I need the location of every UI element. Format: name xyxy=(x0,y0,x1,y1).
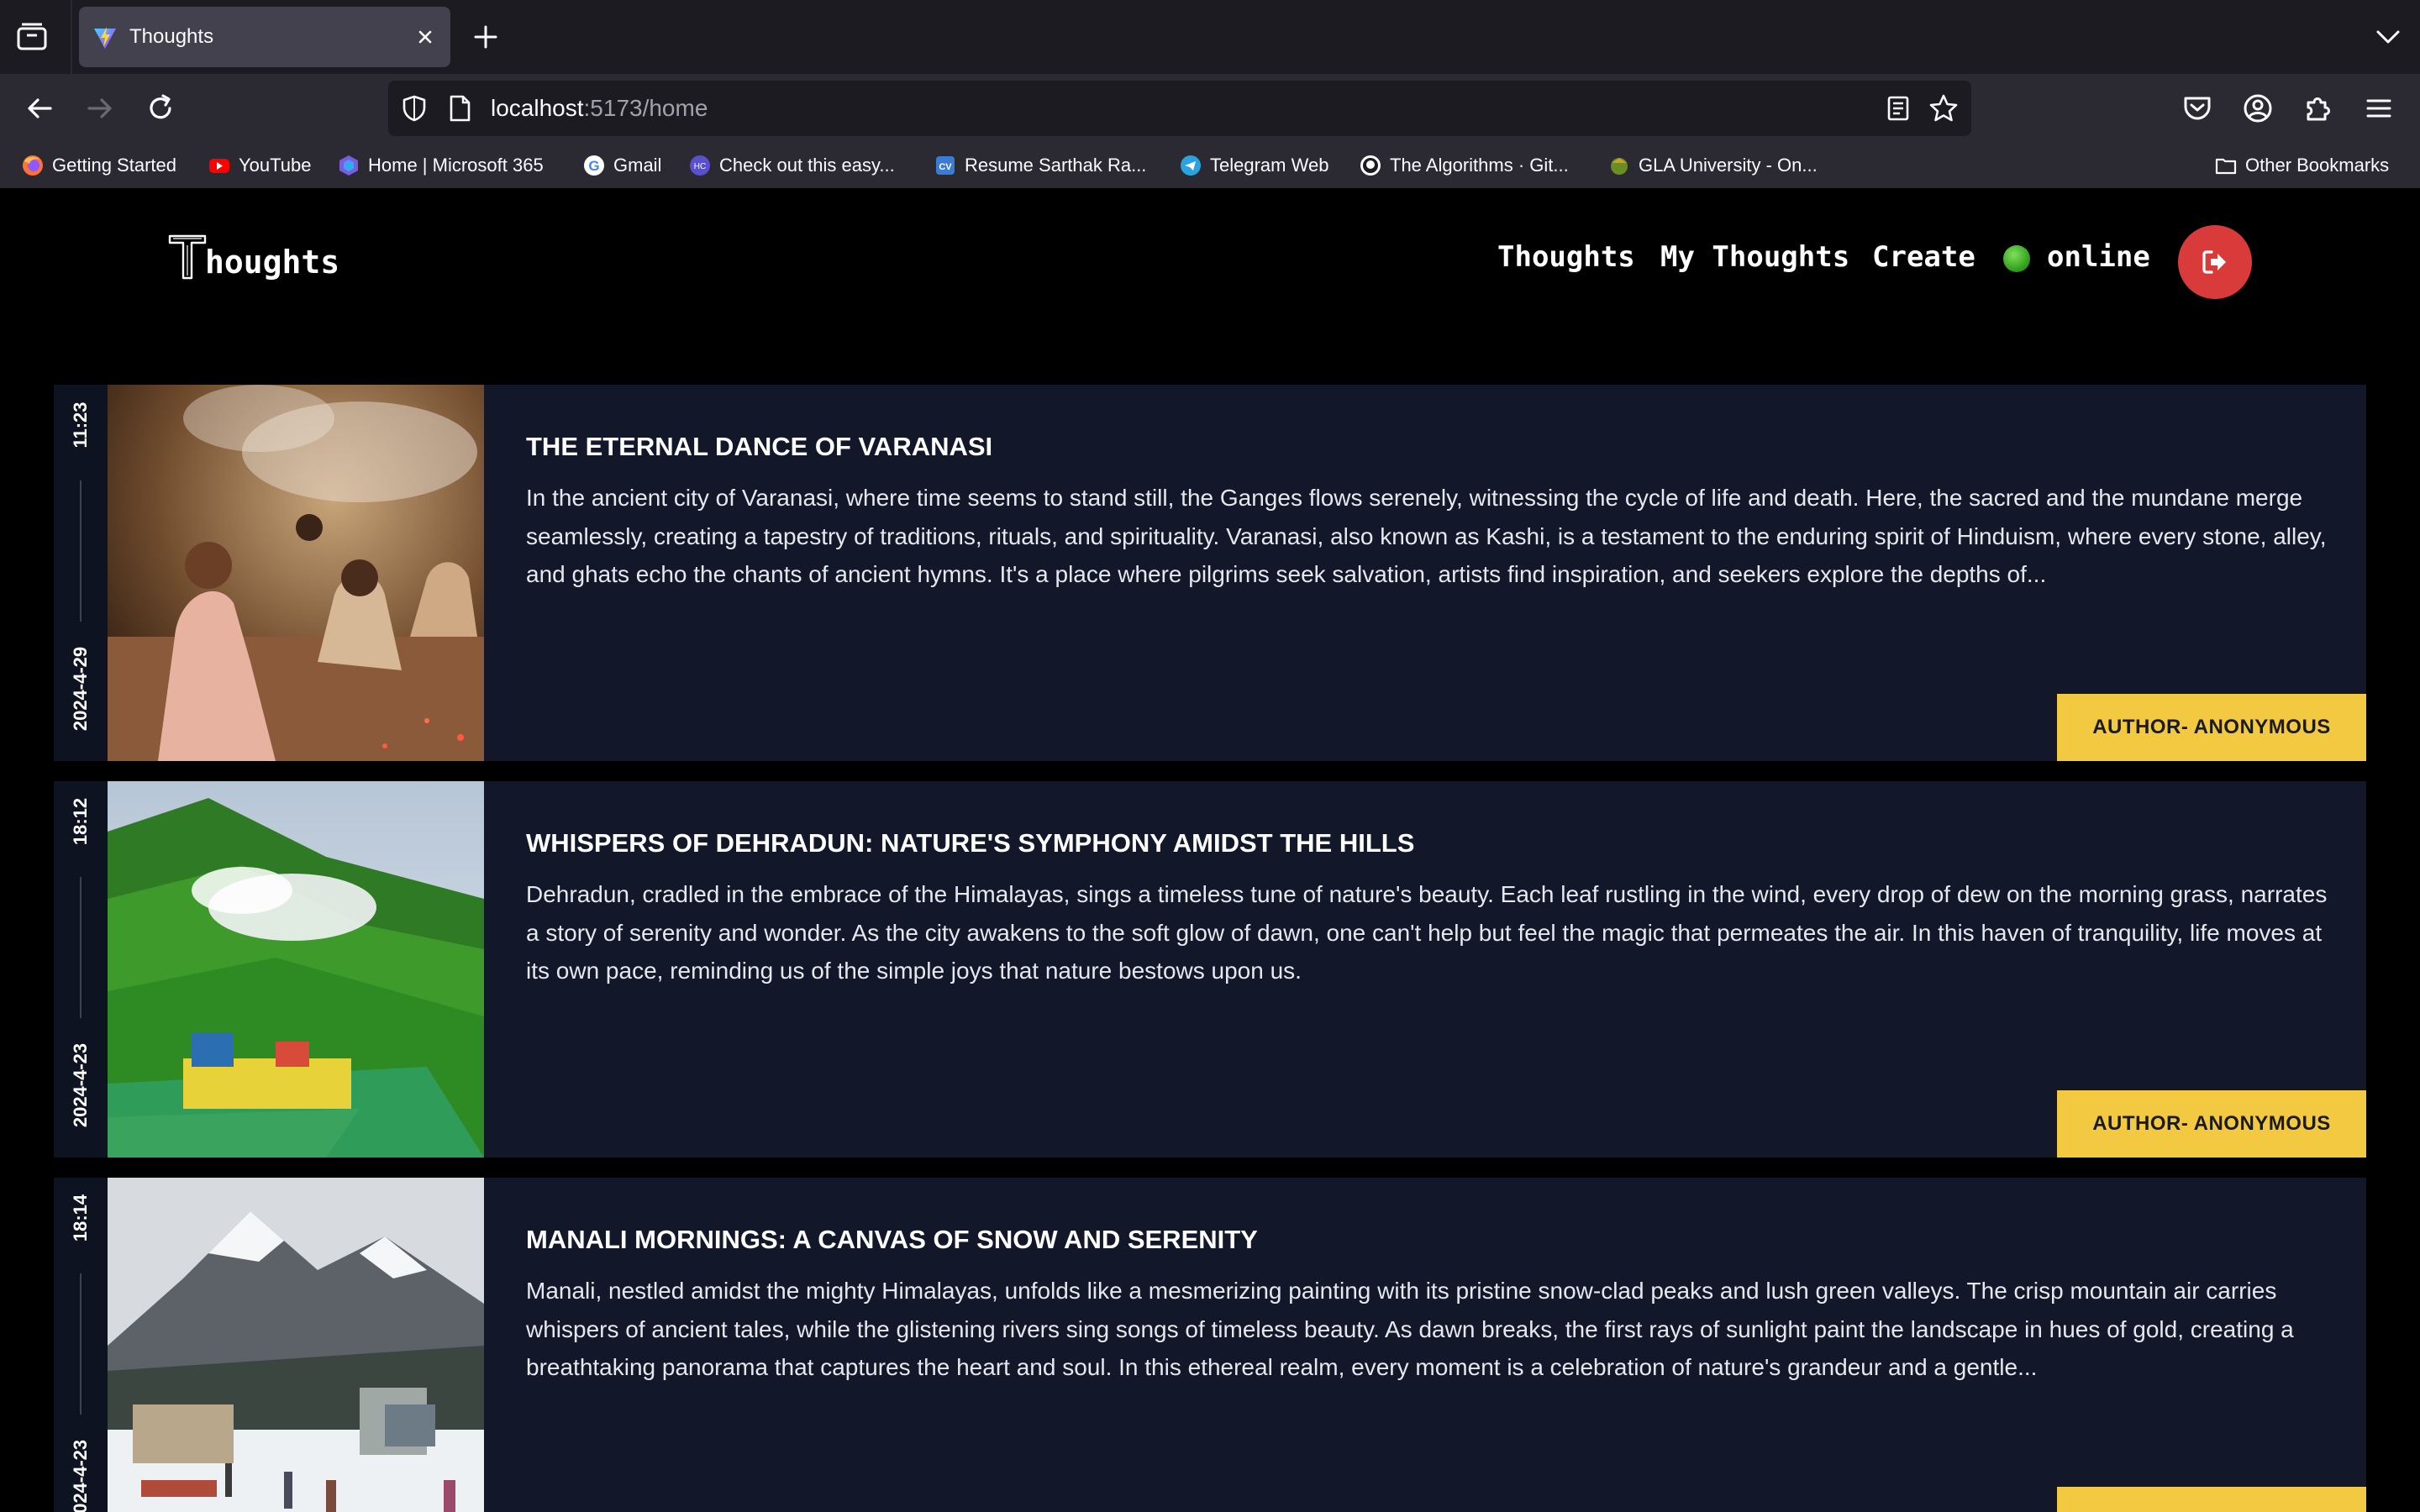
chevron-down-icon[interactable] xyxy=(2373,24,2403,50)
nav-thoughts-link[interactable]: Thoughts xyxy=(1497,240,1635,274)
bookmark-label: YouTube xyxy=(239,155,312,176)
vite-favicon-icon xyxy=(94,27,116,49)
bookmark-label: Telegram Web xyxy=(1210,155,1329,176)
forward-arrow-icon[interactable] xyxy=(82,91,118,126)
other-bookmarks-label: Other Bookmarks xyxy=(2245,155,2390,176)
card-timeline: 11:23 2024-4-29 xyxy=(54,385,108,761)
telegram-icon xyxy=(1181,155,1201,176)
bookmark-the-algorithms[interactable]: The Algorithms · Git... xyxy=(1360,143,1569,188)
timeline-divider xyxy=(80,1273,82,1415)
navigation-toolbar: localhost:5173/home xyxy=(0,74,2420,143)
post-title[interactable]: WHISPERS OF DEHRADUN: NATURE'S SYMPHONY … xyxy=(526,828,1414,858)
author-badge: AUTHOR- ANONYMOUS xyxy=(2057,1090,2366,1158)
post-image-dehradun xyxy=(108,781,484,1158)
extensions-puzzle-icon[interactable] xyxy=(2301,91,2336,126)
cv-icon: CV xyxy=(936,156,955,175)
svg-text:CV: CV xyxy=(939,162,952,172)
bookmark-label: Resume Sarthak Ra... xyxy=(965,155,1147,176)
close-tab-icon[interactable] xyxy=(413,25,437,49)
youtube-icon xyxy=(209,159,229,173)
post-time: 18:12 xyxy=(70,797,91,846)
svg-text:G: G xyxy=(588,158,599,174)
folder-icon xyxy=(2215,158,2237,175)
address-bar[interactable]: localhost:5173/home xyxy=(388,81,1971,136)
tab-groups-icon[interactable] xyxy=(15,22,49,52)
post-date: 2024-4-23 xyxy=(70,1439,91,1512)
tab-separator xyxy=(71,0,72,74)
logo-text: houghts xyxy=(205,244,340,281)
thought-card[interactable]: 18:14 2024-4-23 MANALI MORNINGS: A CANVA… xyxy=(54,1178,2366,1512)
logout-button[interactable] xyxy=(2178,225,2252,299)
bookmark-gmail[interactable]: G Gmail xyxy=(583,143,661,188)
back-arrow-icon[interactable] xyxy=(22,91,57,126)
tab-bar: Thoughts xyxy=(0,0,2420,74)
other-bookmarks-folder[interactable]: Other Bookmarks xyxy=(2215,143,2389,188)
reader-view-icon[interactable] xyxy=(1884,94,1912,123)
url-host: localhost xyxy=(491,95,584,121)
author-badge: AUTHOR- ANONYMOUS xyxy=(2057,1487,2366,1512)
svg-text:HC: HC xyxy=(694,162,706,171)
bookmark-microsoft365[interactable]: Home | Microsoft 365 xyxy=(338,143,544,188)
firefox-icon xyxy=(23,155,43,176)
post-date: 2024-4-29 xyxy=(70,646,91,732)
post-time: 18:14 xyxy=(70,1194,91,1242)
bookmark-check-out[interactable]: HC Check out this easy... xyxy=(689,143,895,188)
bookmark-label: Check out this easy... xyxy=(719,155,895,176)
bookmark-label: Home | Microsoft 365 xyxy=(368,155,544,176)
bookmark-label: Gmail xyxy=(613,155,662,176)
timeline-divider xyxy=(80,877,82,1018)
pocket-icon[interactable] xyxy=(2180,91,2215,126)
gla-icon xyxy=(1611,158,1628,175)
url-path: :5173/home xyxy=(583,95,708,121)
tab-title: Thoughts xyxy=(129,25,214,48)
url-text[interactable]: localhost:5173/home xyxy=(491,81,708,136)
bookmark-resume[interactable]: CV Resume Sarthak Ra... xyxy=(934,143,1146,188)
card-timeline: 18:14 2024-4-23 xyxy=(54,1178,108,1512)
card-timeline: 18:12 2024-4-23 xyxy=(54,781,108,1158)
app-logo[interactable]: houghts xyxy=(168,230,339,281)
active-tab[interactable]: Thoughts xyxy=(79,7,450,67)
bookmark-gla-university[interactable]: GLA University - On... xyxy=(1608,143,1818,188)
bookmark-label: GLA University - On... xyxy=(1639,155,1818,176)
thought-card[interactable]: 18:12 2024-4-23 WHISPERS OF DEHRADUN: NA… xyxy=(54,781,2366,1158)
post-image-varanasi xyxy=(108,385,484,761)
page-info-icon[interactable] xyxy=(447,94,472,123)
timeline-divider xyxy=(80,480,82,622)
google-icon: G xyxy=(584,155,604,176)
bookmark-telegram[interactable]: Telegram Web xyxy=(1180,143,1328,188)
github-icon xyxy=(1360,155,1381,176)
author-badge: AUTHOR- ANONYMOUS xyxy=(2057,694,2366,761)
account-icon[interactable] xyxy=(2240,91,2275,126)
bookmarks-toolbar: Getting Started YouTube Home | Microsoft… xyxy=(0,143,2420,188)
microsoft365-icon xyxy=(339,155,358,176)
bookmark-label: Getting Started xyxy=(52,155,176,176)
post-excerpt: Manali, nestled amidst the mighty Himala… xyxy=(526,1278,2294,1380)
nav-create-link[interactable]: Create xyxy=(1872,240,1975,274)
online-status-dot xyxy=(2003,245,2030,272)
app-viewport: houghts Thoughts My Thoughts Create onli… xyxy=(0,188,2420,1512)
hamburger-menu-icon[interactable] xyxy=(2361,91,2396,126)
post-excerpt: Dehradun, cradled in the embrace of the … xyxy=(526,881,2328,984)
bookmark-youtube[interactable]: YouTube xyxy=(208,143,311,188)
tracking-protection-shield-icon[interactable] xyxy=(400,94,429,123)
post-image-manali xyxy=(108,1178,484,1512)
post-title[interactable]: THE ETERNAL DANCE OF VARANASI xyxy=(526,432,992,462)
thought-card[interactable]: 11:23 2024-4-29 THE ETERNAL DANCE OF VAR… xyxy=(54,385,2366,761)
post-title[interactable]: MANALI MORNINGS: A CANVAS OF SNOW AND SE… xyxy=(526,1225,1258,1255)
post-excerpt: In the ancient city of Varanasi, where t… xyxy=(526,485,2327,587)
new-tab-icon[interactable] xyxy=(471,22,501,52)
post-time: 11:23 xyxy=(70,402,91,449)
online-status-text: online xyxy=(2047,240,2150,274)
sign-out-icon xyxy=(2202,250,2226,274)
reload-icon[interactable] xyxy=(143,91,178,126)
hc-icon: HC xyxy=(690,155,710,176)
logo-t-icon xyxy=(168,234,207,280)
bookmark-getting-started[interactable]: Getting Started xyxy=(22,143,176,188)
bookmark-label: The Algorithms · Git... xyxy=(1390,155,1569,176)
nav-my-thoughts-link[interactable]: My Thoughts xyxy=(1660,240,1849,274)
post-date: 2024-4-23 xyxy=(70,1042,91,1128)
bookmark-star-icon[interactable] xyxy=(1928,92,1960,124)
